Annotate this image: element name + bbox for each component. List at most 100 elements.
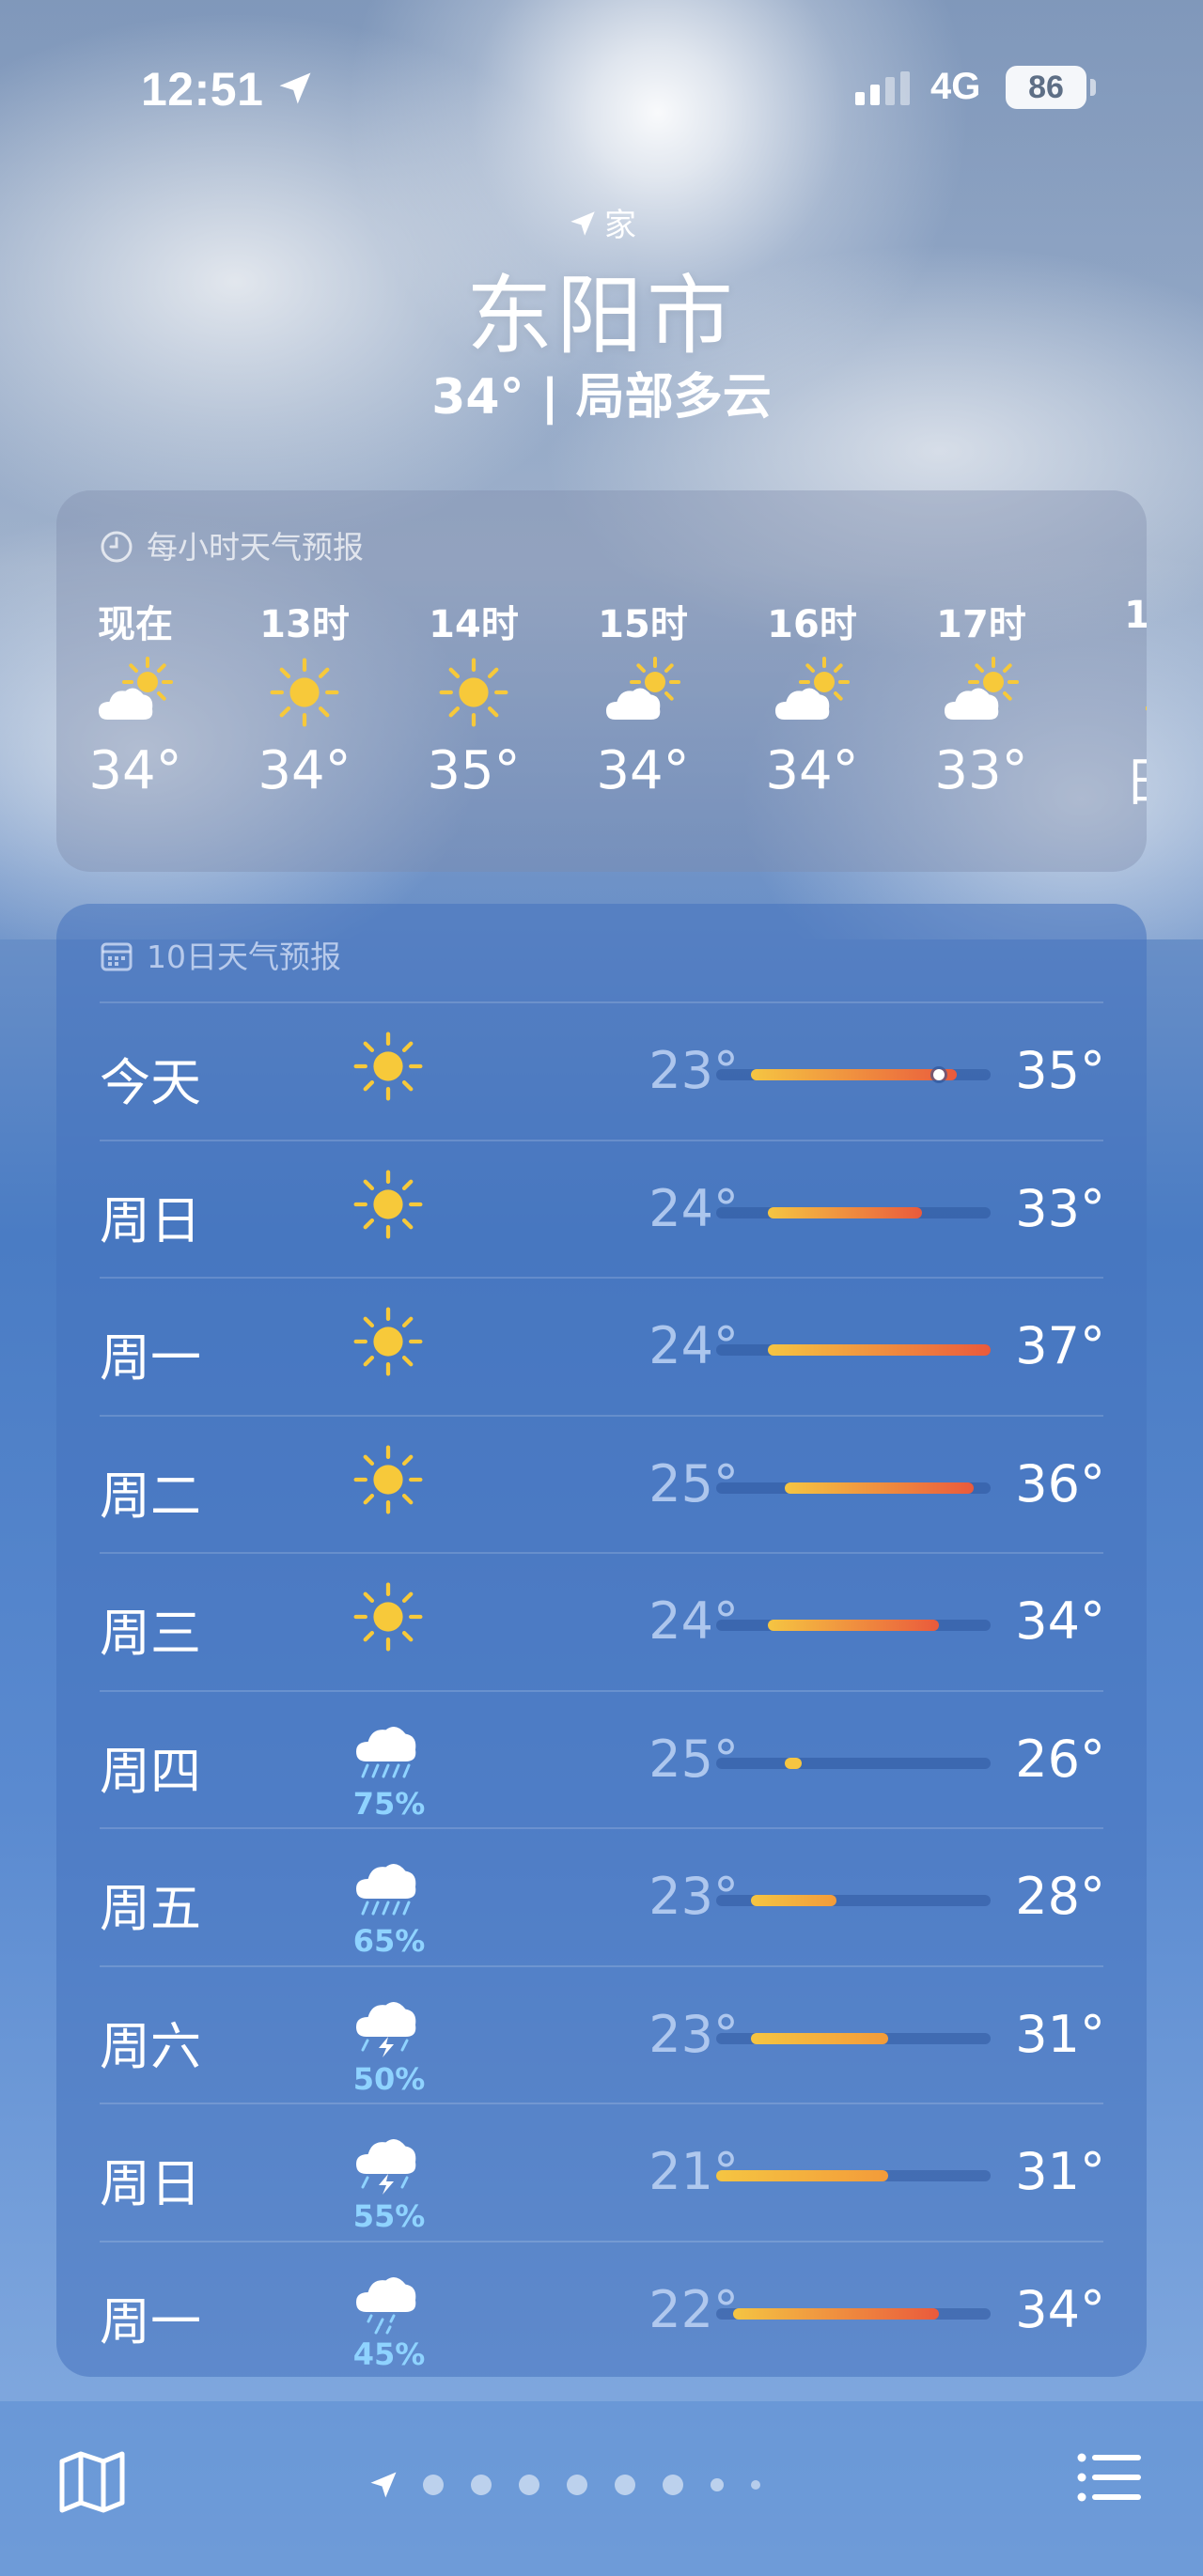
page-dot[interactable]	[751, 2480, 760, 2490]
rain-icon	[346, 1718, 430, 1784]
daily-row[interactable]: 今天 23° 35°	[100, 1001, 1105, 1139]
sun-icon	[408, 650, 539, 735]
rain-icon	[346, 1855, 430, 1921]
drizzle-icon	[346, 2269, 430, 2335]
precip-chance: 55%	[352, 2198, 426, 2234]
daily-row[interactable]: 周四 75% 25° 26°	[100, 1689, 1105, 1827]
hourly-item: 现在 34°	[70, 594, 201, 801]
thunderstorm-icon	[346, 2131, 430, 2196]
daily-forecast-card[interactable]: 10日天气预报 今天 23° 35° 周日 24° 33° 周一 24° 37° 周二…	[56, 904, 1147, 2377]
current-condition: 34° | 局部多云	[431, 369, 772, 426]
daily-title: 10日天气预报	[100, 932, 341, 977]
temp-range-track	[716, 2307, 991, 2320]
hour-label: 15时	[598, 603, 688, 646]
hourly-item: 17时 33°	[915, 594, 1047, 801]
high-temp: 26°	[1015, 1729, 1105, 1789]
temp-range-fill	[750, 1069, 957, 1080]
sun-icon	[346, 1030, 430, 1101]
daily-row[interactable]: 周日 55% 21° 31°	[100, 2103, 1105, 2240]
hour-label: 14时	[429, 603, 519, 646]
hourly-forecast-card[interactable]: 每小时天气预报 现在 34° 13时 34° 14时 35° 15时 34° 16时 3…	[56, 490, 1147, 872]
temp-range-track	[716, 1620, 991, 1631]
high-temp: 36°	[1015, 1453, 1105, 1513]
hourly-title: 每小时天气预报	[100, 522, 364, 567]
hour-label: 17	[1124, 594, 1147, 637]
battery-indicator: 86	[1006, 66, 1086, 109]
network-type: 4G	[930, 66, 981, 107]
daily-row[interactable]: 周二 25° 36°	[100, 1414, 1105, 1552]
day-label: 周日	[100, 2154, 201, 2213]
day-label: 周五	[100, 1879, 201, 1938]
temp-range-fill	[716, 2170, 888, 2181]
temp-range-track	[716, 1757, 991, 1769]
city-name: 东阳市	[465, 266, 737, 366]
high-temp: 37°	[1015, 1316, 1105, 1375]
location-arrow-icon	[279, 72, 311, 104]
page-dot[interactable]	[567, 2475, 587, 2495]
day-label: 周三	[100, 1604, 201, 1663]
day-label: 周一	[100, 1328, 201, 1388]
daily-row[interactable]: 周三 24° 34°	[100, 1552, 1105, 1689]
hourly-item: 14时 35°	[408, 594, 539, 801]
daily-row[interactable]: 周一 24° 37°	[100, 1277, 1105, 1414]
partly-cloudy-icon	[577, 650, 709, 735]
location-page-icon[interactable]	[367, 2468, 400, 2502]
hour-label: 现在	[98, 603, 173, 646]
sun-icon	[346, 1305, 430, 1376]
temp-range-track	[716, 2170, 991, 2181]
temp-range-track	[716, 1206, 991, 1218]
precip-chance: 45%	[352, 2335, 426, 2372]
day-label: 周六	[100, 2016, 201, 2076]
page-dot[interactable]	[615, 2475, 635, 2495]
clock-icon	[101, 531, 133, 563]
sun-icon	[346, 1580, 430, 1652]
precip-chance: 50%	[352, 2060, 426, 2097]
status-bar: 12:51 4G 86	[0, 56, 1203, 122]
hour-temp: 35°	[427, 740, 521, 801]
battery-nub	[1090, 79, 1096, 96]
page-indicator[interactable]	[367, 2471, 760, 2499]
daily-row[interactable]: 周一 45% 22° 34°	[100, 2240, 1105, 2378]
daily-row[interactable]: 周六 50% 23° 31°	[100, 1964, 1105, 2103]
temp-range-fill	[767, 1344, 991, 1356]
precip-chance: 65%	[352, 1923, 426, 1959]
page-dot[interactable]	[519, 2475, 539, 2495]
sun-icon	[239, 650, 370, 735]
high-temp: 34°	[1015, 2279, 1105, 2339]
high-temp: 28°	[1015, 1867, 1105, 1926]
sun-icon	[346, 1168, 430, 1238]
map-icon[interactable]	[56, 2450, 128, 2514]
daily-title-text: 10日天气预报	[147, 939, 341, 975]
day-label: 周日	[100, 1190, 201, 1250]
temp-range-fill	[767, 1206, 922, 1218]
temp-range-fill	[750, 1895, 836, 1906]
temp-range-fill	[750, 2032, 888, 2044]
page-dot[interactable]	[471, 2475, 492, 2495]
daily-row[interactable]: 周日 24° 33°	[100, 1139, 1105, 1277]
page-dot[interactable]	[711, 2478, 724, 2491]
day-label: 周一	[100, 2291, 201, 2351]
temp-range-fill	[785, 1757, 803, 1769]
hourly-item: 17 日	[1085, 594, 1147, 816]
day-label: 周二	[100, 1466, 201, 1526]
temp-range-fill	[785, 1482, 974, 1494]
temp-range-track	[716, 1344, 991, 1356]
list-icon[interactable]	[1077, 2452, 1141, 2503]
hour-temp: 34°	[596, 740, 690, 801]
high-temp: 34°	[1015, 1591, 1105, 1651]
hour-temp: 34°	[88, 740, 182, 801]
thunderstorm-icon	[346, 1994, 430, 2059]
high-temp: 31°	[1015, 2004, 1105, 2064]
page-dot[interactable]	[663, 2475, 683, 2495]
daily-row[interactable]: 周五 65% 23° 28°	[100, 1827, 1105, 1964]
location-arrow-icon	[570, 211, 595, 236]
temp-range-track	[716, 2032, 991, 2044]
temp-range-track	[716, 1895, 991, 1906]
partly-cloudy-icon	[70, 650, 201, 735]
hour-temp: 日	[1085, 740, 1147, 816]
page-dot[interactable]	[423, 2475, 444, 2495]
hourly-item: 15时 34°	[577, 594, 709, 801]
home-label-text: 家	[604, 207, 636, 244]
bottom-toolbar	[0, 2401, 1203, 2576]
precip-chance: 75%	[352, 1785, 426, 1822]
